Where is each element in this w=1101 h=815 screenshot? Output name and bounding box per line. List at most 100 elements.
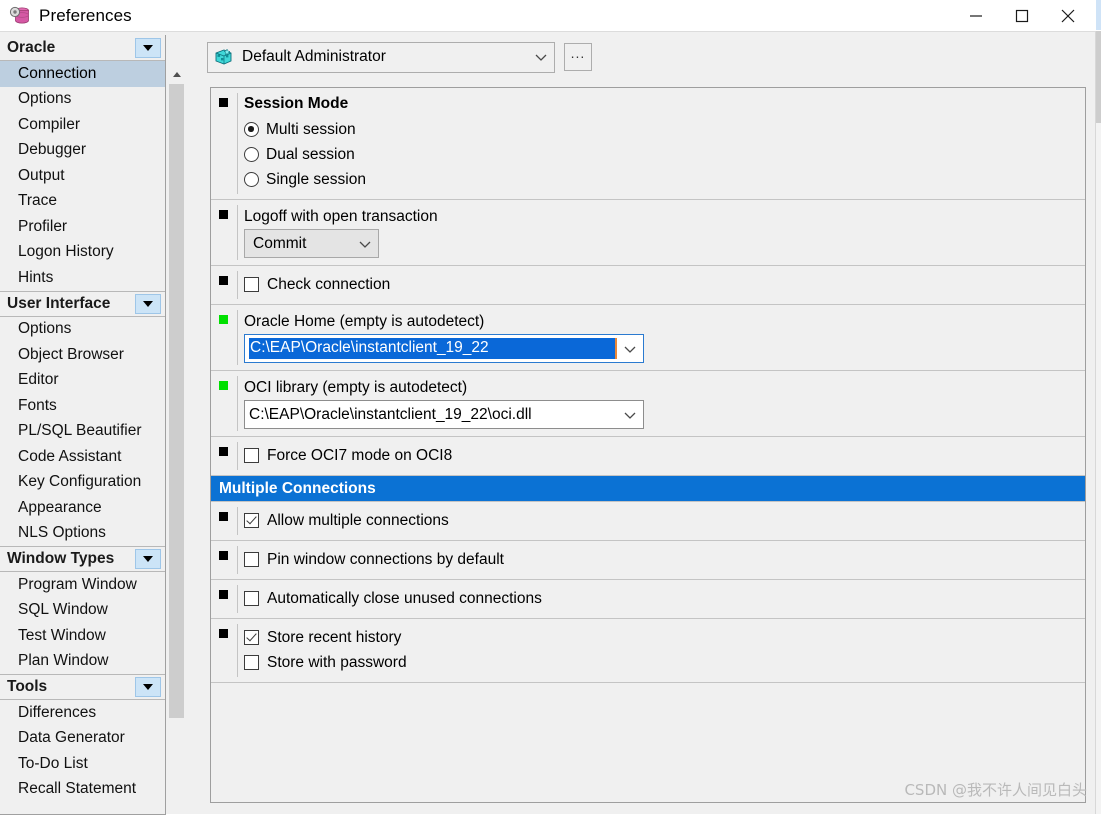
checkbox-store-recent-history[interactable]: Store recent history (244, 625, 1085, 650)
profile-more-button[interactable]: ... (564, 43, 592, 71)
sidebar-item-appearance[interactable]: Appearance (0, 495, 165, 521)
checkbox-icon[interactable] (244, 552, 259, 567)
checkbox-icon[interactable] (244, 630, 259, 645)
checkbox-label: Pin window connections by default (267, 550, 504, 568)
sidebar-item-ui-options[interactable]: Options (0, 317, 165, 343)
checkbox-icon[interactable] (244, 655, 259, 670)
chevron-down-icon[interactable] (135, 293, 161, 314)
sidebar-item-plan-window[interactable]: Plan Window (0, 649, 165, 675)
radio-label: Single session (266, 170, 366, 188)
sidebar-item-label: Program Window (18, 575, 137, 593)
option-marker-modified (219, 381, 228, 390)
oracle-home-label: Oracle Home (empty is autodetect) (244, 313, 485, 330)
watermark-text: CSDN @我不许人间见白头 (904, 781, 1087, 799)
window-scrollbar-thumb[interactable] (1096, 31, 1101, 123)
checkbox-pin-window-connections[interactable]: Pin window connections by default (244, 547, 1085, 572)
sidebar-item-recall-statement[interactable]: Recall Statement (0, 777, 165, 803)
checkbox-icon[interactable] (244, 513, 259, 528)
checkbox-label: Force OCI7 mode on OCI8 (267, 446, 453, 464)
radio-dual-session[interactable]: Dual session (244, 142, 1085, 167)
sidebar-category-user-interface[interactable]: User Interface (0, 290, 165, 317)
sidebar-category-label: User Interface (7, 294, 111, 312)
logoff-select[interactable]: Commit (244, 229, 379, 258)
sidebar-item-key-configuration[interactable]: Key Configuration (0, 470, 165, 496)
sidebar-item-label: Test Window (18, 626, 106, 644)
sidebar-item-label: Editor (18, 371, 59, 389)
chevron-down-icon[interactable] (352, 229, 378, 258)
checkbox-force-oci7[interactable]: Force OCI7 mode on OCI8 (244, 443, 1085, 468)
sidebar-item-program-window[interactable]: Program Window (0, 572, 165, 598)
sidebar-item-plsql-beautifier[interactable]: PL/SQL Beautifier (0, 419, 165, 445)
sidebar-item-nls-options[interactable]: NLS Options (0, 521, 165, 547)
sidebar-item-connection[interactable]: Connection (0, 61, 165, 87)
chevron-down-icon[interactable] (617, 400, 643, 429)
checkbox-icon[interactable] (244, 448, 259, 463)
chevron-down-icon[interactable] (135, 37, 161, 58)
preferences-category-sidebar[interactable]: Oracle Connection Options Compiler Debug… (0, 35, 166, 815)
checkbox-label: Automatically close unused connections (267, 589, 542, 607)
sidebar-item-trace[interactable]: Trace (0, 189, 165, 215)
radio-icon[interactable] (244, 172, 259, 187)
sidebar-scrollbar-thumb[interactable] (169, 84, 184, 718)
chevron-down-icon[interactable] (528, 43, 554, 72)
radio-single-session[interactable]: Single session (244, 167, 1085, 192)
checkbox-icon[interactable] (244, 277, 259, 292)
oracle-home-input[interactable]: C:\EAP\Oracle\instantclient_19_22 (244, 334, 644, 363)
sidebar-item-label: Key Configuration (18, 473, 142, 491)
sidebar-item-options[interactable]: Options (0, 87, 165, 113)
option-row-session-mode: Session Mode Multi session Dual session … (211, 88, 1085, 200)
sidebar-item-label: Fonts (18, 396, 57, 414)
maximize-icon[interactable] (999, 0, 1045, 31)
scroll-up-icon[interactable] (168, 66, 185, 83)
sidebar-item-object-browser[interactable]: Object Browser (0, 342, 165, 368)
sidebar-category-window-types[interactable]: Window Types (0, 546, 165, 572)
sidebar-item-differences[interactable]: Differences (0, 700, 165, 726)
option-divider (237, 507, 238, 535)
close-icon[interactable] (1045, 0, 1091, 31)
sidebar-item-label: Options (18, 90, 72, 108)
sidebar-item-code-assistant[interactable]: Code Assistant (0, 444, 165, 470)
sidebar-item-test-window[interactable]: Test Window (0, 623, 165, 649)
chevron-down-icon[interactable] (135, 677, 161, 697)
sidebar-scrollbar[interactable] (168, 66, 185, 814)
sidebar-item-output[interactable]: Output (0, 163, 165, 189)
sidebar-item-fonts[interactable]: Fonts (0, 393, 165, 419)
checkbox-allow-multiple-connections[interactable]: Allow multiple connections (244, 508, 1085, 533)
sidebar-item-to-do-list[interactable]: To-Do List (0, 751, 165, 777)
oracle-home-value: C:\EAP\Oracle\instantclient_19_22 (249, 338, 617, 359)
option-divider (237, 93, 238, 194)
radio-multi-session[interactable]: Multi session (244, 117, 1085, 142)
option-row-oracle-home: Oracle Home (empty is autodetect) C:\EAP… (211, 305, 1085, 371)
sidebar-item-sql-window[interactable]: SQL Window (0, 598, 165, 624)
sidebar-category-label: Window Types (7, 550, 115, 567)
sidebar-item-label: Hints (18, 268, 54, 286)
radio-icon[interactable] (244, 122, 259, 137)
sidebar-item-compiler[interactable]: Compiler (0, 112, 165, 138)
radio-icon[interactable] (244, 147, 259, 162)
oci-library-input[interactable]: C:\EAP\Oracle\instantclient_19_22\oci.dl… (244, 400, 644, 429)
preferences-main-panel: Default Administrator ... Session Mode M… (207, 36, 1089, 815)
sidebar-item-data-generator[interactable]: Data Generator (0, 726, 165, 752)
sidebar-item-debugger[interactable]: Debugger (0, 138, 165, 164)
checkbox-auto-close-unused[interactable]: Automatically close unused connections (244, 586, 1085, 611)
sidebar-item-profiler[interactable]: Profiler (0, 214, 165, 240)
option-row-oci-library: OCI library (empty is autodetect) C:\EAP… (211, 371, 1085, 437)
option-divider (237, 546, 238, 574)
database-gear-icon (9, 5, 31, 27)
profile-select[interactable]: Default Administrator (207, 41, 555, 73)
option-marker-default (219, 447, 228, 456)
checkbox-check-connection[interactable]: Check connection (244, 272, 1085, 297)
window-titlebar: Preferences (0, 0, 1096, 31)
chevron-down-icon[interactable] (617, 334, 643, 363)
option-marker-default (219, 276, 228, 285)
sidebar-category-oracle[interactable]: Oracle (0, 35, 165, 61)
sidebar-item-logon-history[interactable]: Logon History (0, 240, 165, 266)
checkbox-icon[interactable] (244, 591, 259, 606)
window-scrollbar[interactable] (1095, 31, 1101, 814)
checkbox-store-with-password[interactable]: Store with password (244, 650, 1085, 675)
chevron-down-icon[interactable] (135, 549, 161, 569)
minimize-icon[interactable] (953, 0, 999, 31)
sidebar-item-editor[interactable]: Editor (0, 368, 165, 394)
sidebar-category-tools[interactable]: Tools (0, 674, 165, 700)
sidebar-item-hints[interactable]: Hints (0, 265, 165, 291)
